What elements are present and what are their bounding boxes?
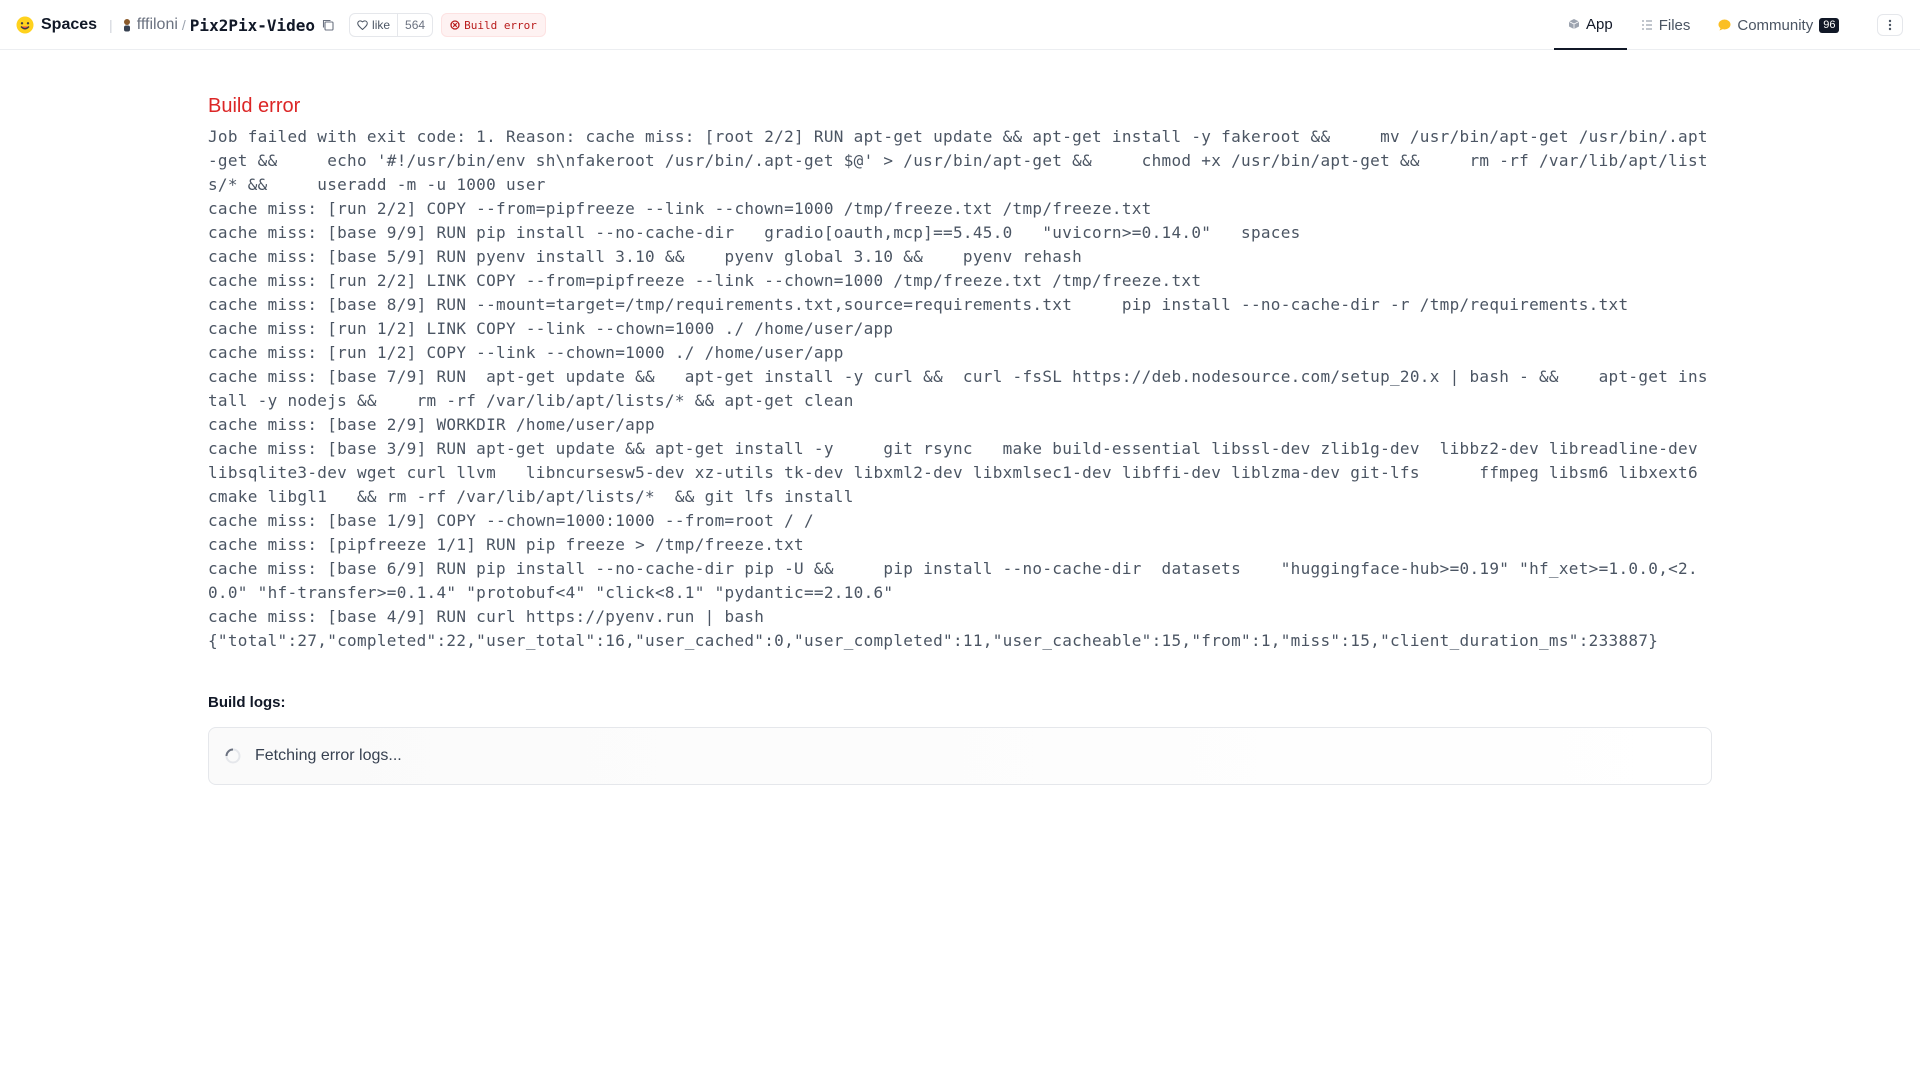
main-content: Build error Job failed with exit code: 1… [208,50,1712,785]
loading-spinner-icon [225,748,241,764]
tab-community[interactable]: Community 96 [1704,0,1853,50]
error-icon [450,20,460,30]
owner-avatar-icon [123,19,130,32]
like-label: like [372,18,391,32]
heart-icon [357,20,368,30]
like-widget: like 564 [349,13,434,37]
tab-files[interactable]: Files [1627,0,1705,50]
path-separator: / [181,17,186,33]
spaces-logo-link[interactable]: Spaces [16,16,97,34]
community-count-badge: 96 [1819,17,1840,33]
owner-link[interactable]: fffiloni [137,16,178,34]
repo-name-link[interactable]: Pix2Pix-Video [190,16,315,35]
like-button[interactable]: like [350,14,397,36]
header-tabs: App Files Community 96 [1554,0,1853,50]
kebab-menu-icon [1888,19,1892,31]
tab-app[interactable]: App [1554,0,1627,50]
like-count[interactable]: 564 [397,14,432,36]
logs-status-text: Fetching error logs... [255,747,402,764]
divider: | [109,17,113,33]
community-icon [1718,19,1731,31]
brand-label: Spaces [41,16,98,33]
build-logs-label: Build logs: [208,694,286,711]
tab-files-label: Files [1658,16,1691,34]
tab-community-label: Community [1737,16,1814,34]
status-badge: Build error [441,13,546,37]
error-title: Build error [208,95,301,117]
cube-icon [1568,19,1580,29]
error-log: Job failed with exit code: 1. Reason: ca… [208,127,1708,650]
status-label: Build error [464,18,537,32]
files-icon [1641,20,1652,30]
copy-icon[interactable] [321,18,335,32]
build-logs-panel: Fetching error logs... [208,727,1712,785]
more-options-button[interactable] [1877,14,1903,36]
header-left: Spaces | fffiloni / Pix2Pix-Video like 5… [16,0,546,50]
tab-app-label: App [1586,15,1613,33]
hugging-face-icon [16,16,34,34]
top-header: Spaces | fffiloni / Pix2Pix-Video like 5… [0,0,1920,50]
